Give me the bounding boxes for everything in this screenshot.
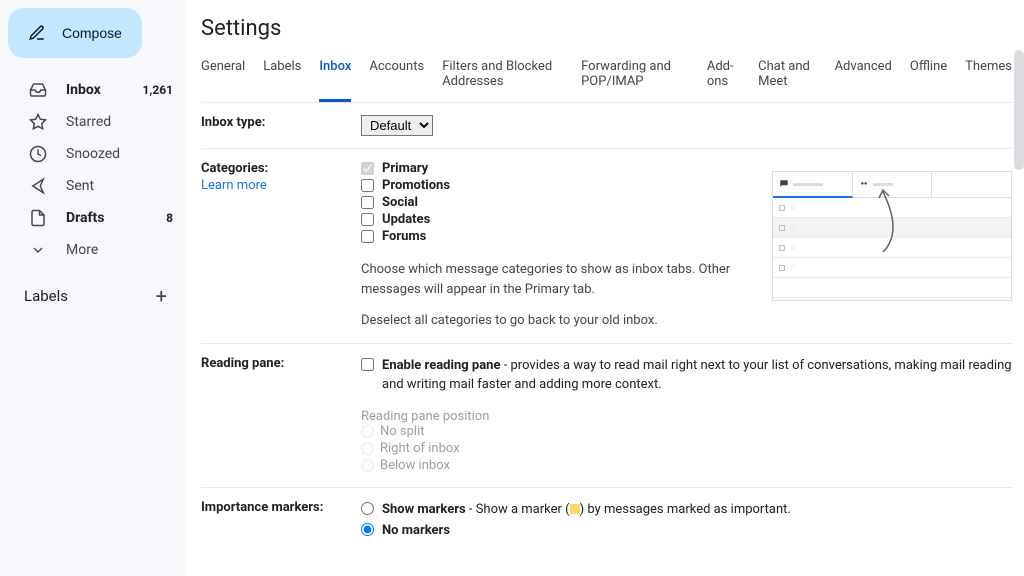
- tab-general[interactable]: General: [201, 59, 245, 102]
- tab-accounts[interactable]: Accounts: [369, 59, 424, 102]
- tab-preview-image: ☆ ☆ ☆ ☆: [772, 171, 1012, 301]
- sidebar-item-label: Sent: [66, 178, 173, 194]
- reading-pane-option-label: Below inbox: [380, 458, 450, 473]
- sidebar-item-sent[interactable]: Sent: [8, 170, 185, 202]
- section-reading-pane: Reading pane: Enable reading pane - prov…: [201, 344, 1012, 488]
- sidebar-item-label: Starred: [66, 114, 173, 130]
- category-updates-checkbox[interactable]: [361, 213, 374, 226]
- tab-inbox[interactable]: Inbox: [319, 59, 351, 102]
- chevron-down-icon: [28, 240, 48, 260]
- tab-forwarding-and-pop/imap[interactable]: Forwarding and POP/IMAP: [581, 59, 689, 102]
- categories-desc1: Choose which message categories to show …: [361, 260, 732, 299]
- sidebar-item-label: Snoozed: [66, 146, 173, 162]
- category-label: Updates: [382, 212, 430, 227]
- reading-pane-right-of-inbox-radio: [361, 442, 374, 455]
- arrow-illustration: [873, 182, 923, 262]
- category-label: Primary: [382, 161, 428, 176]
- learn-more-link[interactable]: Learn more: [201, 178, 361, 193]
- main-content: Settings General Labels Inbox Accounts Filte…: [185, 0, 1024, 576]
- category-forums-checkbox[interactable]: [361, 230, 374, 243]
- importance-marker-icon: [570, 504, 580, 514]
- category-social-checkbox[interactable]: [361, 196, 374, 209]
- inbox-type-select[interactable]: Default: [361, 115, 433, 136]
- send-icon: [28, 176, 48, 196]
- sidebar-item-drafts[interactable]: Drafts8: [8, 202, 185, 234]
- settings-tabs: General Labels Inbox Accounts Filters and Bl…: [201, 59, 1012, 103]
- sidebar-item-label: More: [66, 242, 173, 258]
- sidebar: Compose Inbox1,261 Starred Snoozed Sent Draf…: [0, 0, 185, 576]
- page-title: Settings: [201, 16, 1012, 41]
- tab-filters-and-blocked-addresses[interactable]: Filters and Blocked Addresses: [442, 59, 563, 102]
- category-label: Social: [382, 195, 418, 210]
- enable-reading-pane-checkbox[interactable]: [361, 358, 374, 371]
- section-importance-markers: Importance markers: Show markers - Show …: [201, 488, 1012, 555]
- star-icon: [28, 112, 48, 132]
- reading-pane-no-split-radio: [361, 425, 374, 438]
- show-markers-radio[interactable]: [361, 502, 374, 515]
- reading-pane-label: Reading pane:: [201, 356, 361, 475]
- importance-label: Importance markers:: [201, 500, 361, 543]
- tab-themes[interactable]: Themes: [965, 59, 1012, 102]
- sidebar-item-label: Inbox: [66, 82, 143, 98]
- reading-pane-below-inbox-radio: [361, 459, 374, 472]
- enable-reading-pane-label: Enable reading pane: [382, 358, 500, 373]
- category-promotions-checkbox[interactable]: [361, 179, 374, 192]
- tab-advanced[interactable]: Advanced: [835, 59, 892, 102]
- inbox-icon: [28, 80, 48, 100]
- clock-icon: [28, 144, 48, 164]
- tab-offline[interactable]: Offline: [910, 59, 947, 102]
- sidebar-item-inbox[interactable]: Inbox1,261: [8, 74, 185, 106]
- sidebar-item-snoozed[interactable]: Snoozed: [8, 138, 185, 170]
- labels-header: Labels +: [8, 280, 185, 312]
- social-tab-icon: [859, 180, 869, 190]
- scrollbar-thumb[interactable]: [1014, 50, 1024, 170]
- section-inbox-type: Inbox type: Default: [201, 103, 1012, 149]
- labels-title: Labels: [24, 287, 68, 305]
- no-markers-radio[interactable]: [361, 523, 374, 536]
- categories-desc2: Deselect all categories to go back to yo…: [361, 311, 732, 331]
- nav-list: Inbox1,261 Starred Snoozed Sent Drafts8 More: [8, 74, 185, 266]
- sidebar-item-starred[interactable]: Starred: [8, 106, 185, 138]
- categories-label: Categories:: [201, 161, 268, 176]
- inbox-type-label: Inbox type:: [201, 115, 361, 136]
- primary-tab-icon: [779, 179, 789, 189]
- category-primary-checkbox: [361, 162, 374, 175]
- section-categories: Categories: Learn more Primary Promotions…: [201, 149, 1012, 344]
- tab-chat-and-meet[interactable]: Chat and Meet: [758, 59, 816, 102]
- no-markers-label: No markers: [382, 523, 450, 538]
- reading-pane-position-label: Reading pane position: [361, 409, 1012, 424]
- file-icon: [28, 208, 48, 228]
- reading-pane-option-label: No split: [380, 424, 425, 439]
- sidebar-item-more[interactable]: More: [8, 234, 185, 266]
- compose-label: Compose: [62, 25, 122, 41]
- add-label-button[interactable]: +: [150, 284, 173, 308]
- tab-labels[interactable]: Labels: [263, 59, 301, 102]
- category-label: Promotions: [382, 178, 450, 193]
- sidebar-item-label: Drafts: [66, 210, 166, 226]
- sidebar-item-count: 1,261: [143, 83, 174, 97]
- tab-add-ons[interactable]: Add-ons: [707, 59, 740, 102]
- pencil-icon: [28, 24, 46, 42]
- sidebar-item-count: 8: [166, 211, 173, 225]
- compose-button[interactable]: Compose: [8, 8, 142, 58]
- category-label: Forums: [382, 229, 426, 244]
- reading-pane-option-label: Right of inbox: [380, 441, 460, 456]
- show-markers-label: Show markers: [382, 502, 466, 517]
